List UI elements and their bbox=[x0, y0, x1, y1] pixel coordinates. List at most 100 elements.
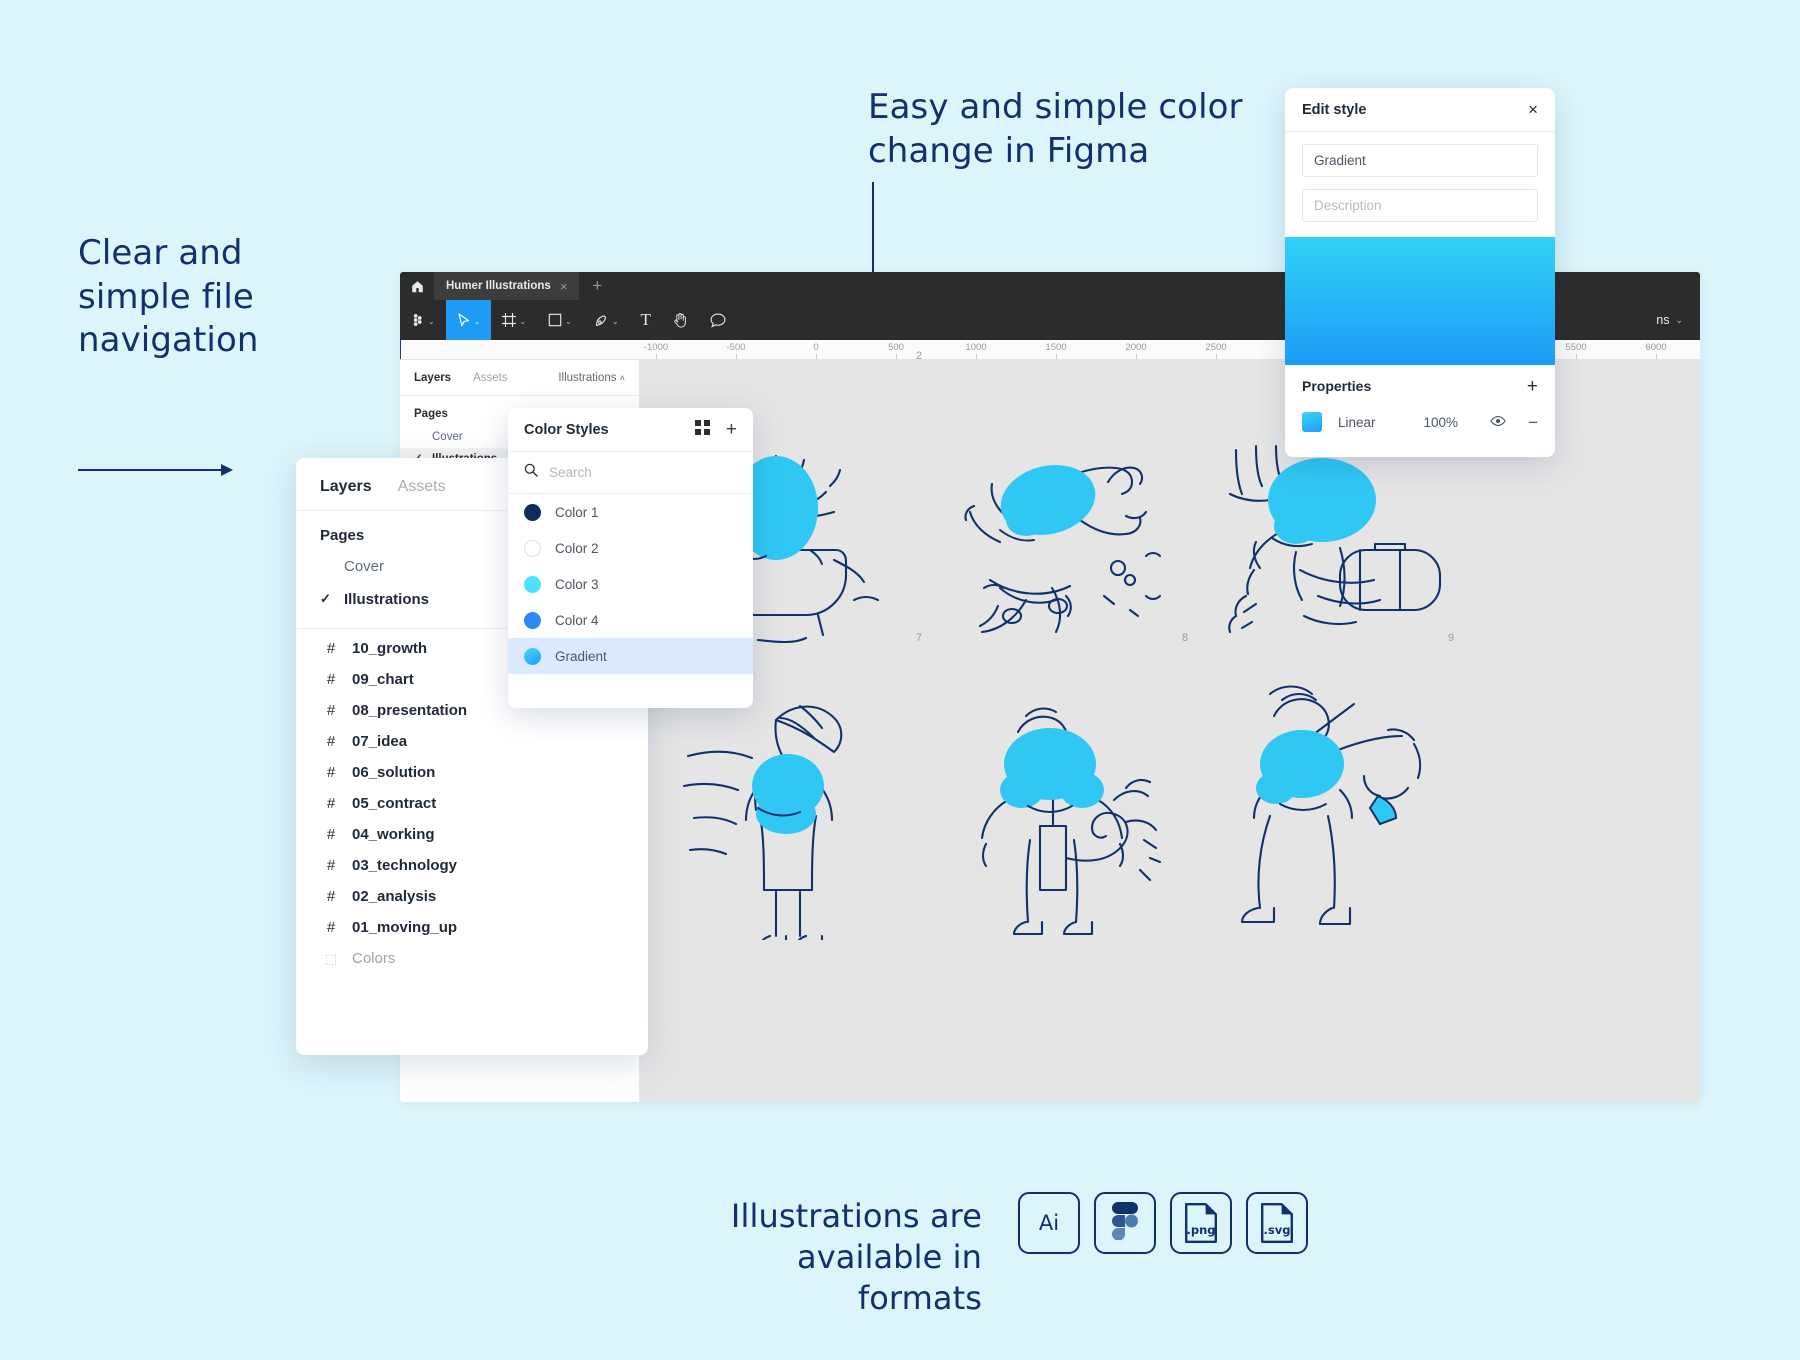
color-swatch bbox=[524, 647, 541, 665]
frame-number: 7 bbox=[916, 632, 923, 644]
style-description-input[interactable]: Description bbox=[1302, 189, 1538, 222]
ruler-tick: 1500 bbox=[1045, 342, 1067, 353]
properties-header: Properties + bbox=[1285, 365, 1555, 407]
shape-tool-caret-icon[interactable]: ⌄ bbox=[565, 317, 572, 326]
layer-label: 07_idea bbox=[352, 733, 408, 750]
hand-tool[interactable] bbox=[662, 300, 699, 340]
color-style-label: Gradient bbox=[555, 648, 607, 664]
comment-tool[interactable] bbox=[699, 300, 737, 340]
add-style-button[interactable]: + bbox=[726, 420, 737, 439]
grid-view-icon[interactable] bbox=[694, 419, 710, 440]
list-item[interactable]: # 05_contract bbox=[296, 788, 648, 819]
list-item[interactable]: # 04_working bbox=[296, 819, 648, 850]
page-label: Cover bbox=[432, 431, 463, 443]
format-badge-png[interactable]: .png bbox=[1170, 1192, 1232, 1254]
new-tab-button[interactable]: + bbox=[579, 272, 615, 300]
rail-tab-layers[interactable]: Layers bbox=[414, 372, 451, 384]
color-style-item[interactable]: Color 2 bbox=[508, 530, 753, 566]
add-property-button[interactable]: + bbox=[1527, 377, 1538, 396]
ruler-tick: -1000 bbox=[643, 342, 669, 353]
ruler-tick: -500 bbox=[726, 342, 746, 353]
tab-layers[interactable]: Layers bbox=[320, 478, 372, 496]
color-style-item-selected[interactable]: Gradient bbox=[508, 638, 753, 674]
color-style-item[interactable]: Color 1 bbox=[508, 494, 753, 530]
list-item[interactable]: ⬚ Colors bbox=[296, 943, 648, 974]
color-swatch bbox=[524, 503, 541, 521]
frame-icon: # bbox=[326, 702, 336, 719]
close-icon[interactable]: × bbox=[1528, 101, 1538, 118]
search-field[interactable]: Search bbox=[508, 452, 753, 494]
format-label: .png bbox=[1186, 1223, 1216, 1237]
annotation-color-change: Easy and simple color change in Figma bbox=[868, 87, 1243, 171]
list-item[interactable]: # 06_solution bbox=[296, 757, 648, 788]
pen-tool[interactable]: ⌄ bbox=[583, 300, 630, 340]
layer-label: 06_solution bbox=[352, 764, 436, 781]
ruler-tick: 2000 bbox=[1125, 342, 1147, 353]
color-style-label: Color 1 bbox=[555, 504, 599, 520]
annotation-formats: Illustrations are available in formats bbox=[730, 1197, 982, 1317]
home-icon[interactable] bbox=[400, 272, 434, 300]
close-tab-icon[interactable]: × bbox=[560, 279, 568, 294]
remove-property-button[interactable]: − bbox=[1528, 414, 1538, 431]
frame-tool[interactable]: ⌄ bbox=[491, 300, 537, 340]
property-row[interactable]: Linear 100% − bbox=[1285, 407, 1555, 437]
layer-label: 01_moving_up bbox=[352, 919, 458, 936]
ruler-tick: 5500 bbox=[1565, 342, 1587, 353]
frame-number: 2 bbox=[916, 350, 923, 362]
pen-tool-caret-icon[interactable]: ⌄ bbox=[612, 317, 619, 326]
tab-assets[interactable]: Assets bbox=[398, 478, 446, 496]
file-icon: .png bbox=[1184, 1202, 1218, 1244]
style-name-input[interactable]: Gradient bbox=[1302, 144, 1538, 177]
property-opacity[interactable]: 100% bbox=[1424, 415, 1459, 430]
list-item[interactable]: # 03_technology bbox=[296, 850, 648, 881]
poster-canvas: Clear and simple file navigation Easy an… bbox=[0, 0, 1800, 1360]
move-tool[interactable]: ⌄ bbox=[445, 300, 492, 340]
rail-page-dropdown[interactable]: Illustrations ˄ bbox=[558, 372, 625, 384]
search-icon bbox=[524, 463, 538, 482]
layer-label: Colors bbox=[352, 950, 396, 967]
property-swatch[interactable] bbox=[1302, 412, 1322, 432]
figma-pages-label: Pages bbox=[414, 407, 448, 420]
frame-tool-caret-icon[interactable]: ⌄ bbox=[519, 317, 526, 326]
layer-label: 08_presentation bbox=[352, 702, 468, 719]
figma-file-tab-title: Humer Illustrations bbox=[446, 280, 551, 292]
eye-icon[interactable] bbox=[1490, 415, 1506, 430]
arrow-right-icon bbox=[78, 464, 233, 476]
list-item[interactable]: # 02_analysis bbox=[296, 881, 648, 912]
check-icon: ✓ bbox=[320, 591, 331, 606]
move-tool-caret-icon[interactable]: ⌄ bbox=[474, 317, 481, 326]
format-badges: Ai .png .svg bbox=[1018, 1192, 1308, 1254]
rail-tab-assets[interactable]: Assets bbox=[473, 372, 508, 384]
figma-page-selector[interactable]: ns ⌄ bbox=[1656, 300, 1683, 340]
frame-icon: # bbox=[326, 888, 336, 905]
shape-tool[interactable]: ⌄ bbox=[537, 300, 583, 340]
figma-file-tab[interactable]: Humer Illustrations × bbox=[434, 272, 580, 300]
list-item[interactable]: # 01_moving_up bbox=[296, 912, 648, 943]
illustration-umbrella bbox=[682, 704, 843, 940]
list-item[interactable]: # 07_idea bbox=[296, 726, 648, 757]
text-tool-label: T bbox=[640, 310, 651, 329]
color-style-item[interactable]: Color 3 bbox=[508, 566, 753, 602]
ruler-tick: 500 bbox=[888, 342, 904, 353]
frame-icon: # bbox=[326, 857, 336, 874]
color-style-item[interactable]: Color 4 bbox=[508, 602, 753, 638]
main-menu-caret-icon[interactable]: ⌄ bbox=[428, 317, 435, 326]
main-menu-tool[interactable]: ⌄ bbox=[400, 300, 446, 340]
edit-style-panel: Edit style × Gradient Description Proper… bbox=[1285, 88, 1555, 457]
text-tool[interactable]: T bbox=[630, 300, 662, 340]
layer-label: 02_analysis bbox=[352, 888, 437, 905]
gradient-preview[interactable] bbox=[1285, 237, 1555, 365]
frame-icon: # bbox=[326, 919, 336, 936]
format-badge-ai[interactable]: Ai bbox=[1018, 1192, 1080, 1254]
chevron-up-icon: ˄ bbox=[619, 372, 625, 383]
format-badge-svg[interactable]: .svg bbox=[1246, 1192, 1308, 1254]
frame-icon: # bbox=[326, 764, 336, 781]
page-label: Cover bbox=[344, 558, 385, 575]
layer-label: 04_working bbox=[352, 826, 435, 843]
layer-label: 05_contract bbox=[352, 795, 437, 812]
search-input[interactable]: Search bbox=[549, 465, 592, 480]
color-styles-title: Color Styles bbox=[524, 421, 609, 438]
format-badge-figma[interactable] bbox=[1094, 1192, 1156, 1254]
figma-page-selector-label: ns bbox=[1656, 313, 1670, 327]
ruler-tick: 6000 bbox=[1645, 342, 1667, 353]
